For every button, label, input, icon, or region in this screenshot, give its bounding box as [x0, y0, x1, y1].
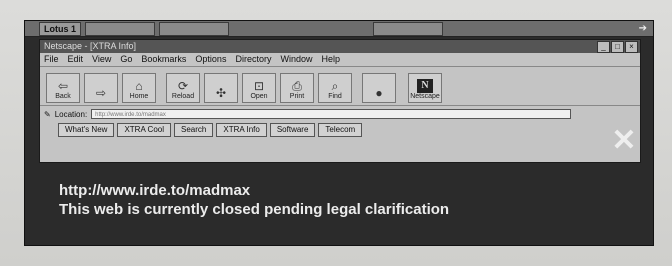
netscape-label: Netscape [410, 93, 440, 100]
menu-bar: File Edit View Go Bookmarks Options Dire… [40, 53, 640, 67]
print-icon: ⎙ [292, 79, 302, 93]
toolbar: ⇦ Back ⇨ ⌂ Home ⟳ Reload ✣ ⊡ Open ⎙ Prin… [40, 67, 640, 106]
xtra-cool-button[interactable]: XTRA Cool [117, 123, 172, 137]
menu-window[interactable]: Window [280, 53, 312, 66]
find-icon: ⌕ [331, 79, 339, 93]
images-icon: ✣ [215, 86, 227, 100]
browser-window: Netscape - [XTRA Info] _ □ × File Edit V… [39, 39, 641, 163]
taskbar-tab[interactable] [85, 21, 156, 36]
bookmark-icon[interactable]: ✎ [44, 110, 51, 119]
window-title: Netscape - [XTRA Info] [44, 41, 137, 51]
back-button[interactable]: ⇦ Back [46, 73, 80, 103]
xtra-logo-icon: ✕ [611, 124, 637, 157]
taskbar-tab[interactable] [159, 21, 230, 36]
site-url-text: http://www.irde.to/madmax [59, 182, 251, 199]
location-input[interactable]: http://www.irde.to/madmax [91, 109, 572, 119]
software-button[interactable]: Software [269, 123, 316, 137]
open-label: Open [250, 93, 268, 100]
stop-button[interactable]: ● [362, 73, 396, 103]
reload-label: Reload [171, 93, 195, 100]
reload-icon: ⟳ [177, 79, 189, 93]
forward-arrow-icon: ⇨ [95, 86, 107, 100]
taskbar-tab-lotus[interactable]: Lotus 1 [39, 21, 82, 36]
location-bar: ✎ Location: http://www.irde.to/madmax [40, 106, 640, 122]
menu-directory[interactable]: Directory [235, 53, 271, 66]
window-titlebar: Netscape - [XTRA Info] _ □ × [40, 40, 640, 53]
menu-help[interactable]: Help [321, 53, 340, 66]
netscape-logo-icon: N [417, 79, 433, 93]
open-button[interactable]: ⊡ Open [242, 73, 276, 103]
maximize-button[interactable]: □ [611, 41, 624, 53]
menu-view[interactable]: View [92, 53, 111, 66]
menu-edit[interactable]: Edit [68, 53, 84, 66]
forward-button[interactable]: ⇨ [84, 73, 118, 103]
reload-button[interactable]: ⟳ Reload [166, 73, 200, 103]
find-label: Find [328, 93, 342, 100]
taskbar-tab[interactable] [373, 21, 444, 36]
xtra-info-button[interactable]: XTRA Info [216, 123, 267, 137]
screen-frame: Lotus 1 ➔ Netscape - [XTRA Info] _ □ × F… [24, 20, 654, 246]
telecom-button[interactable]: Telecom [318, 123, 363, 137]
home-icon: ⌂ [135, 79, 143, 93]
images-button[interactable]: ✣ [204, 73, 238, 103]
home-label: Home [129, 93, 149, 100]
print-button[interactable]: ⎙ Print [280, 73, 314, 103]
print-label: Print [289, 93, 305, 100]
menu-bookmarks[interactable]: Bookmarks [141, 53, 186, 66]
taskbar: Lotus 1 ➔ [25, 21, 653, 37]
search-button[interactable]: Search [174, 123, 214, 137]
menu-file[interactable]: File [44, 53, 59, 66]
back-arrow-icon: ⇦ [57, 79, 69, 93]
menu-go[interactable]: Go [120, 53, 132, 66]
netscape-button[interactable]: N Netscape [408, 73, 442, 103]
open-icon: ⊡ [253, 79, 265, 93]
closure-notice-text: This web is currently closed pending leg… [59, 201, 450, 218]
minimize-button[interactable]: _ [597, 41, 610, 53]
close-button[interactable]: × [625, 41, 638, 53]
location-label: Location: [54, 109, 88, 119]
back-label: Back [55, 93, 71, 100]
taskbar-arrow-icon[interactable]: ➔ [639, 23, 647, 34]
home-button[interactable]: ⌂ Home [122, 73, 156, 103]
directory-buttons: What's New XTRA Cool Search XTRA Info So… [40, 122, 640, 137]
page-content: http://www.irde.to/madmax This web is cu… [59, 181, 449, 219]
whats-new-button[interactable]: What's New [58, 123, 115, 137]
find-button[interactable]: ⌕ Find [318, 73, 352, 103]
stop-icon: ● [375, 86, 383, 100]
menu-options[interactable]: Options [195, 53, 226, 66]
